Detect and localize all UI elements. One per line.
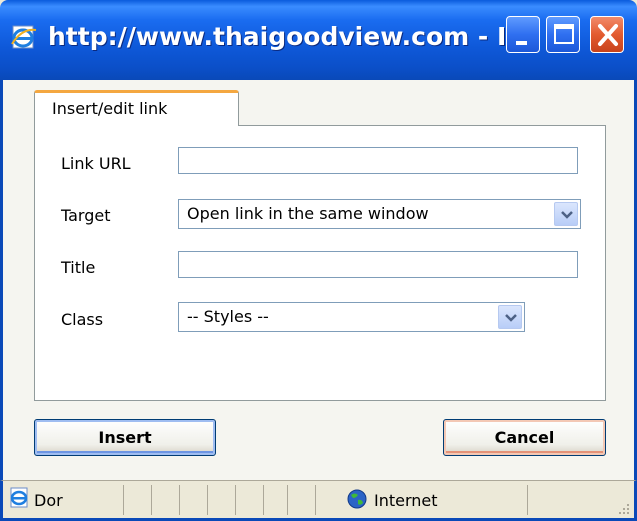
cancel-button[interactable]: Cancel [443, 419, 606, 456]
class-selected-value: -- Styles -- [187, 307, 269, 326]
link-url-input[interactable] [178, 147, 578, 174]
title-input[interactable] [178, 251, 578, 278]
chevron-down-icon [505, 314, 517, 322]
status-bar: Dor Internet [0, 480, 637, 521]
window-title: http://www.thaigoodview.com - I... [48, 22, 535, 51]
status-divider [287, 485, 288, 515]
globe-icon [346, 488, 368, 514]
close-icon [598, 24, 618, 46]
status-divider [123, 485, 124, 515]
minimize-icon [516, 41, 527, 45]
target-label: Target [61, 206, 111, 225]
class-dropdown-button[interactable] [498, 305, 522, 329]
status-divider [263, 485, 264, 515]
ie-page-icon [9, 487, 31, 513]
tab-insert-edit-link[interactable]: Insert/edit link [34, 90, 239, 126]
status-text: Dor [34, 491, 63, 510]
title-bar[interactable]: http://www.thaigoodview.com - I... [0, 0, 637, 80]
target-selected-value: Open link in the same window [187, 204, 429, 223]
resize-grip-icon[interactable] [616, 500, 630, 514]
status-divider [151, 485, 152, 515]
class-label: Class [61, 310, 104, 329]
status-divider [315, 485, 316, 515]
maximize-button[interactable] [546, 16, 580, 53]
insert-button[interactable]: Insert [34, 419, 216, 456]
chevron-down-icon [561, 211, 573, 219]
link-properties-panel: Link URL Target Open link in the same wi… [34, 125, 606, 401]
status-divider [207, 485, 208, 515]
link-url-label: Link URL [61, 154, 131, 173]
security-zone-text: Internet [374, 491, 438, 510]
title-label: Title [61, 258, 96, 277]
class-select[interactable]: -- Styles -- [178, 302, 525, 332]
target-dropdown-button[interactable] [554, 202, 578, 226]
status-divider [527, 485, 528, 515]
maximize-icon [554, 24, 574, 44]
status-divider [235, 485, 236, 515]
status-divider [179, 485, 180, 515]
minimize-button[interactable] [506, 16, 540, 53]
close-button[interactable] [590, 16, 624, 53]
ie-page-icon [10, 24, 38, 50]
target-select[interactable]: Open link in the same window [178, 199, 581, 229]
